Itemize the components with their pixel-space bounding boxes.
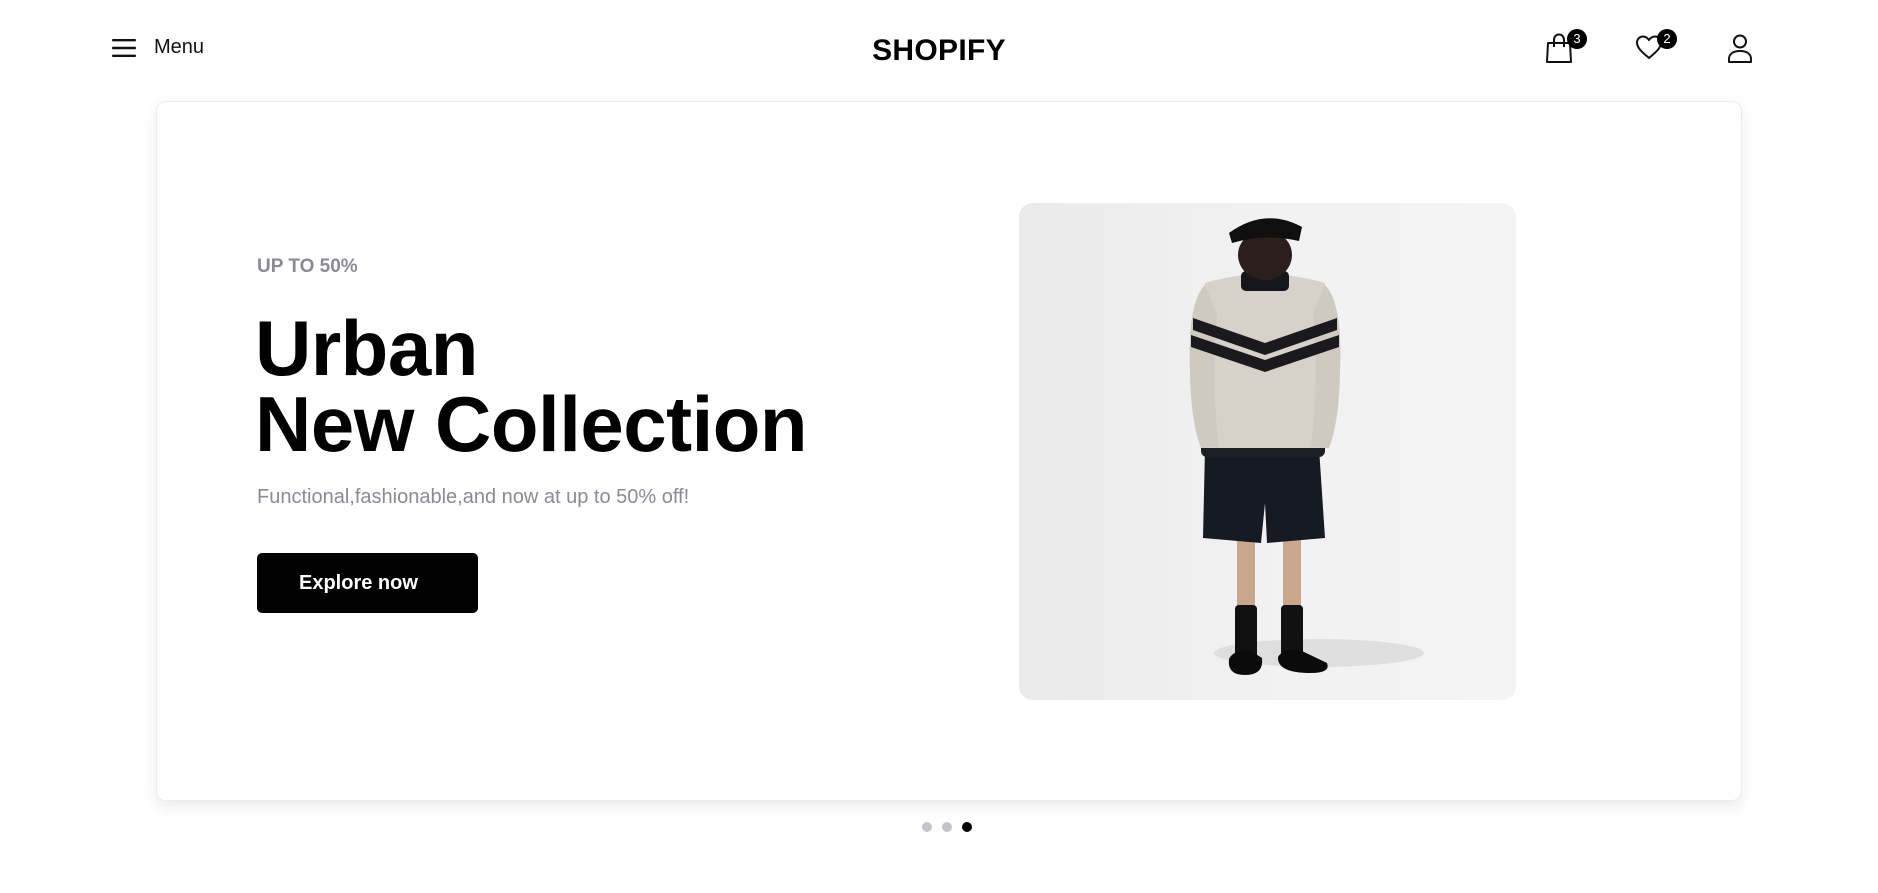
wishlist-count-badge: 2 [1657, 29, 1677, 49]
hero-title-line-1: Urban [255, 304, 478, 392]
hero-product-image [1019, 203, 1516, 700]
cart-button[interactable]: 3 [1544, 29, 1587, 68]
brand-logo[interactable]: SHOPIFY [0, 34, 1878, 68]
carousel-dot-3[interactable] [962, 822, 972, 832]
cart-count-badge: 3 [1567, 29, 1587, 49]
hero-title: Urban New Collection [255, 309, 808, 463]
user-icon [1726, 32, 1762, 64]
wishlist-button[interactable]: 2 [1634, 29, 1677, 68]
carousel-dot-1[interactable] [922, 822, 932, 832]
explore-now-button[interactable]: Explore now [257, 553, 478, 613]
carousel-dot-2[interactable] [942, 822, 952, 832]
carousel-pagination [922, 822, 982, 832]
site-header: Menu SHOPIFY 3 2 [0, 0, 1878, 100]
hero-eyebrow: UP TO 50% [257, 256, 358, 277]
hero-title-line-2: New Collection [255, 380, 808, 468]
account-button[interactable] [1726, 32, 1762, 68]
hero-banner: UP TO 50% Urban New Collection Functiona… [156, 101, 1742, 801]
hero-subtitle: Functional,fashionable,and now at up to … [257, 486, 690, 508]
